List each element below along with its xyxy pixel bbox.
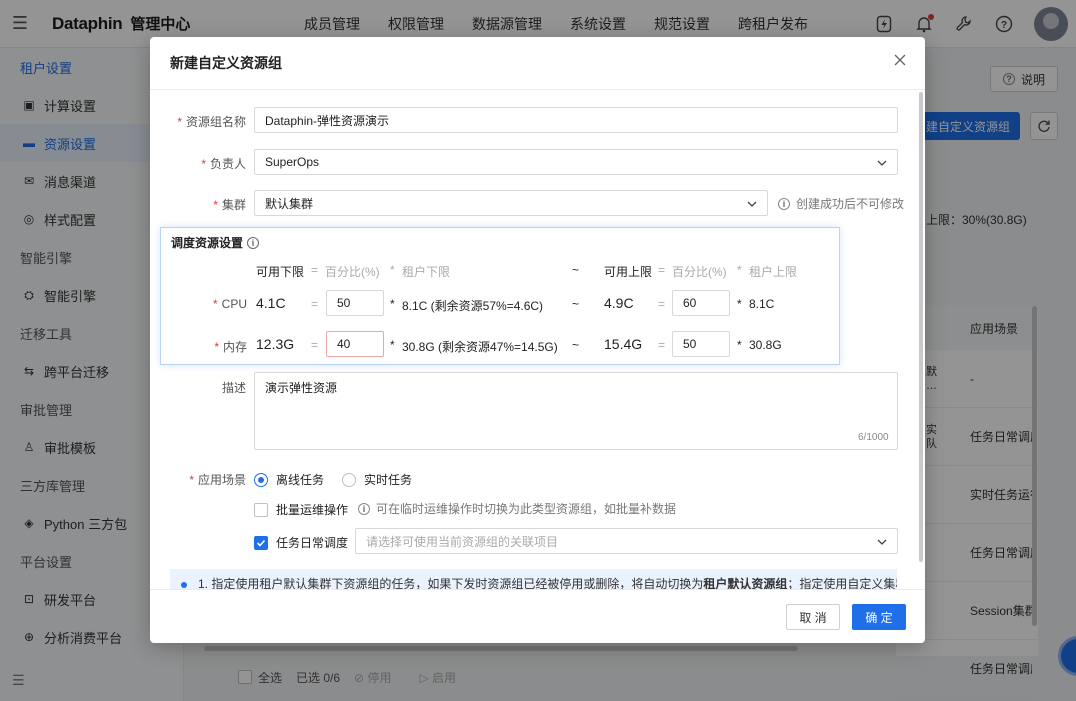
memory-lower-star: * xyxy=(390,338,395,352)
header-star: * xyxy=(737,263,742,277)
cpu-tenant-upper: 8.1C xyxy=(749,297,775,311)
dialog-scrollbar[interactable] xyxy=(919,92,923,562)
close-icon[interactable] xyxy=(893,53,907,67)
header-lower: 可用下限 xyxy=(256,265,305,279)
scene-label: * 应用场景 xyxy=(189,473,246,487)
cpu-upper-star: * xyxy=(737,297,742,311)
cpu-lower-value: 4.1C xyxy=(256,295,286,311)
desc-label: 描述 xyxy=(221,381,246,395)
memory-upper-value: 15.4G xyxy=(604,336,643,352)
header-tenant-upper: 租户上限 xyxy=(749,265,798,279)
memory-lower-eq: = xyxy=(311,338,319,352)
confirm-button[interactable]: 确 定 xyxy=(852,604,906,630)
header-star: * xyxy=(390,263,395,277)
memory-upper-eq: = xyxy=(658,338,666,352)
checkbox-checked xyxy=(254,535,268,550)
create-resource-group-dialog: 新建自定义资源组 * 资源组名称 Dataphin-弹性资源演示 * 负责人 Sup… xyxy=(150,37,925,643)
memory-upper-pct-input[interactable]: 50 xyxy=(672,331,730,357)
info-icon: i xyxy=(247,236,260,249)
cpu-lower-pct-input[interactable]: 50 xyxy=(326,290,384,316)
memory-label: * 内存 xyxy=(214,340,247,354)
header-tilde: ~ xyxy=(572,263,580,277)
cpu-lower-star: * xyxy=(390,297,395,311)
cpu-label: * CPU xyxy=(212,297,247,311)
cluster-hint: i 创建成功后不可修改 xyxy=(778,195,904,212)
name-label: * 资源组名称 xyxy=(177,115,246,129)
owner-label: * 负责人 xyxy=(201,157,246,171)
dialog-title: 新建自定义资源组 xyxy=(170,55,282,71)
schedule-resource-panel: 调度资源设置 i 可用下限 = 百分比(%) * 租户下限 ~ 可用上限 = 百分… xyxy=(160,227,840,365)
chevron-down-icon xyxy=(877,160,887,166)
bulb-icon xyxy=(181,582,187,588)
cancel-button[interactable]: 取 消 xyxy=(786,604,840,630)
header-pct: 百分比(%) xyxy=(672,265,727,279)
batch-hint: i 可在临时运维操作时切换为此类型资源组，如批量补数据 xyxy=(358,500,676,517)
cpu-upper-pct-input[interactable]: 60 xyxy=(672,290,730,316)
header-eq: = xyxy=(311,263,319,277)
memory-tilde: ~ xyxy=(572,338,580,352)
radio-offline[interactable]: 离线任务 xyxy=(254,471,324,488)
memory-tenant-lower: 30.8G (剩余资源47%=14.5G) xyxy=(402,340,558,354)
dialog-divider xyxy=(150,89,925,90)
cluster-select[interactable]: 默认集群 xyxy=(254,190,768,216)
memory-upper-star: * xyxy=(737,338,742,352)
cluster-label: * 集群 xyxy=(213,198,246,212)
dialog-footer-divider xyxy=(150,589,925,590)
notice-banner: 1. 指定使用租户默认集群下资源组的任务，如果下发时资源组已经被停用或删除，将自… xyxy=(170,569,897,589)
cpu-upper-eq: = xyxy=(658,297,666,311)
header-eq: = xyxy=(658,263,666,277)
info-icon: i xyxy=(778,197,790,210)
chevron-down-icon xyxy=(877,539,887,545)
project-select[interactable]: 请选择可使用当前资源组的关联项目 xyxy=(355,528,898,554)
cpu-tilde: ~ xyxy=(572,297,580,311)
cpu-lower-eq: = xyxy=(311,297,319,311)
daily-schedule-checkbox[interactable]: 任务日常调度 xyxy=(254,534,348,551)
memory-lower-pct-input[interactable]: 40 xyxy=(326,331,384,357)
description-textarea[interactable]: 演示弹性资源 xyxy=(254,372,898,450)
schedule-title: 调度资源设置 i xyxy=(171,234,260,251)
radio-realtime[interactable]: 实时任务 xyxy=(342,471,412,488)
checkbox xyxy=(254,502,268,517)
memory-tenant-upper: 30.8G xyxy=(749,338,782,352)
owner-select[interactable]: SuperOps xyxy=(254,149,898,175)
cpu-upper-value: 4.9C xyxy=(604,295,634,311)
info-icon: i xyxy=(358,502,370,515)
radio-dot xyxy=(254,472,268,487)
header-tenant-lower: 租户下限 xyxy=(402,265,451,279)
desc-counter: 6/1000 xyxy=(858,432,889,443)
cpu-tenant-lower: 8.1C (剩余资源57%=4.6C) xyxy=(402,299,544,313)
batch-ops-checkbox[interactable]: 批量运维操作 xyxy=(254,501,348,518)
name-input[interactable]: Dataphin-弹性资源演示 xyxy=(254,107,898,133)
memory-lower-value: 12.3G xyxy=(256,336,295,352)
header-upper: 可用上限 xyxy=(604,265,653,279)
header-pct: 百分比(%) xyxy=(325,265,380,279)
radio-dot xyxy=(342,472,356,487)
chevron-down-icon xyxy=(747,201,757,207)
